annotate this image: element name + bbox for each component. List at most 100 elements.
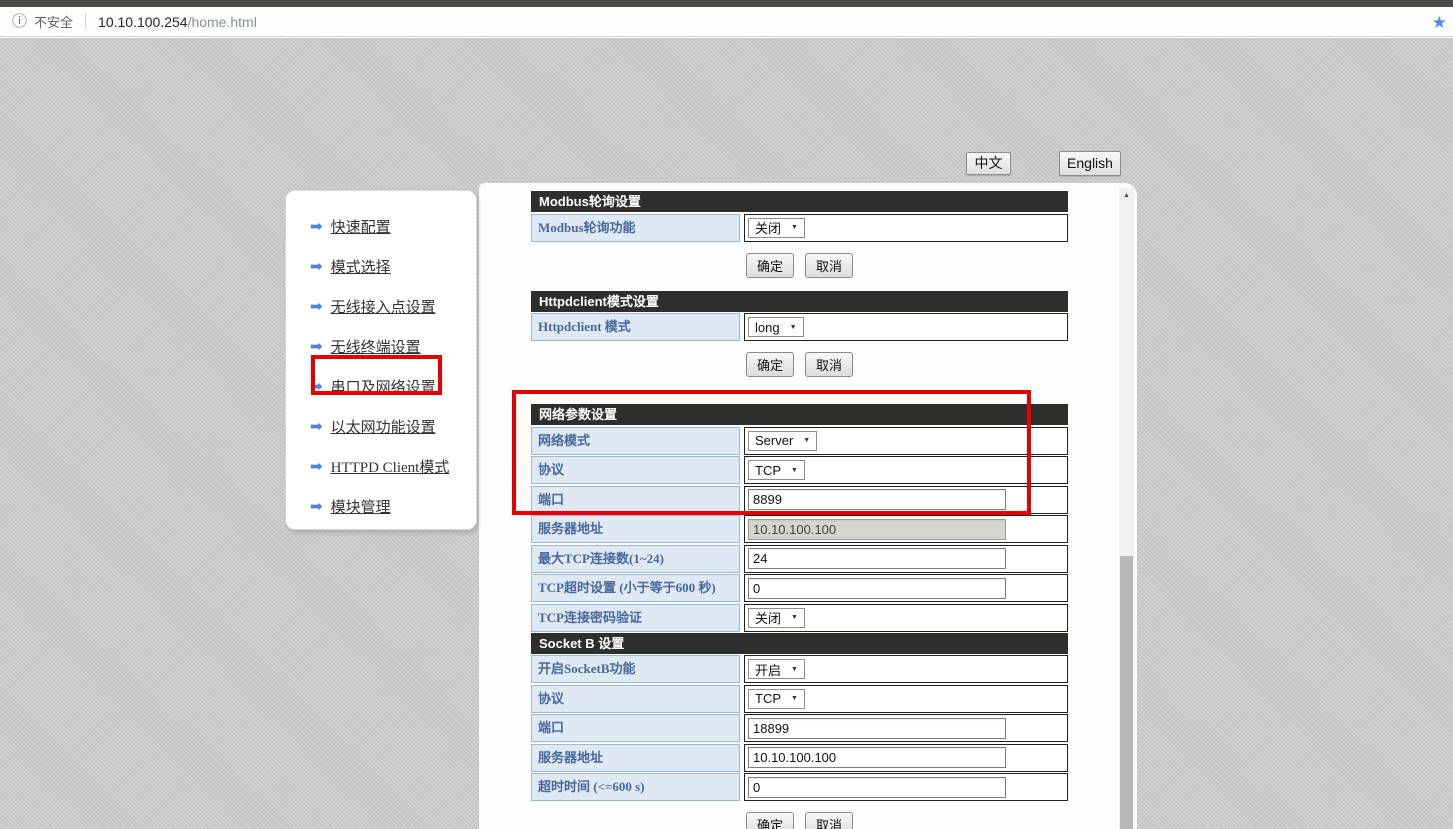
- chinese-language-button[interactable]: 中文: [966, 152, 1011, 175]
- settings-sections: Modbus轮询设置Modbus轮询功能关闭▼确定取消Httpdclient模式…: [531, 191, 1068, 829]
- max-tcp-connections-input[interactable]: [748, 548, 1006, 569]
- socketb-port-label: 端口: [531, 714, 740, 742]
- field-row-socketb-protocol: 协议 TCP▼: [531, 685, 1068, 713]
- field-row-tcp-password-auth: TCP连接密码验证关闭▼: [531, 604, 1068, 632]
- protocol-select[interactable]: TCP▼: [748, 460, 805, 480]
- port-value-cell: [744, 486, 1068, 514]
- browser-address-bar[interactable]: ⓘ 不安全 10.10.100.254 /home.html ★: [0, 7, 1453, 37]
- section-socket-b: Socket B 设置开启SocketB功能开启 ▼ 协议 TCP▼ 端口服务器地址超时…: [531, 633, 1068, 802]
- sidebar-item-quick-config[interactable]: ➡快速配置: [286, 206, 476, 246]
- sidebar-item-label: 模块管理: [331, 496, 391, 517]
- menu-arrow-icon: ➡: [310, 499, 323, 514]
- httpdclient-cancel-button[interactable]: 取消: [805, 352, 853, 377]
- port-input[interactable]: [748, 489, 1006, 510]
- socketb-protocol-value-cell: TCP▼: [744, 685, 1068, 713]
- section-httpdclient: Httpdclient模式设置Httpdclient 模式long▼: [531, 291, 1068, 342]
- dropdown-caret-icon: ▼: [791, 614, 798, 621]
- field-row-server-address: 服务器地址: [531, 515, 1068, 543]
- field-row-socketb-port: 端口: [531, 714, 1068, 742]
- english-language-button[interactable]: English: [1059, 151, 1121, 176]
- field-row-httpdclient-mode: Httpdclient 模式 long ▼: [531, 313, 1068, 341]
- field-row-socketb-enable: 开启SocketB功能开启 ▼: [531, 655, 1068, 683]
- field-row-protocol: 协议 TCP▼: [531, 456, 1068, 484]
- sidebar-item-ethernet-settings[interactable]: ➡ 以太网功能设置: [286, 406, 476, 446]
- max-tcp-connections-value-cell: [744, 545, 1068, 573]
- bookmark-star-icon[interactable]: ★: [1432, 13, 1447, 33]
- tcp-password-auth-select[interactable]: 关闭 ▼: [748, 608, 805, 628]
- dropdown-caret-icon: ▼: [791, 666, 798, 673]
- socketb-enable-label: 开启SocketB功能: [531, 655, 740, 683]
- server-address-value-cell: [744, 515, 1068, 543]
- sidebar-menu: ➡快速配置➡模式选择➡无线接入点设置➡无线终端设置➡串口及网络设置➡以太网功能设…: [286, 206, 476, 526]
- tcp-timeout-input[interactable]: [748, 578, 1006, 599]
- sidebar-item-mode-select[interactable]: ➡模式选择: [286, 246, 476, 286]
- protocol-value-cell: TCP▼: [744, 456, 1068, 484]
- modbus-poll-function-value-cell: 关闭▼: [744, 214, 1068, 242]
- scrollbar-thumb[interactable]: [1120, 556, 1133, 829]
- protocol-label: 协议: [531, 456, 740, 484]
- dropdown-caret-icon: ▼: [791, 695, 798, 702]
- modbus-poll-function-label: Modbus轮询功能: [531, 214, 740, 242]
- content-scrollbar[interactable]: ▲ ▼: [1119, 188, 1134, 829]
- field-row-max-tcp-connections: 最大TCP连接数(1~24): [531, 545, 1068, 573]
- server-address-input: [748, 519, 1006, 540]
- section-header-socket-b: Socket B 设置: [531, 633, 1068, 654]
- socketb-enable-value-cell: 开启 ▼: [744, 655, 1068, 683]
- tcp-password-auth-selected-option: 关闭: [755, 608, 781, 627]
- scroll-up-button[interactable]: ▲: [1119, 188, 1134, 204]
- tcp-timeout-label: TCP超时设置 (小于等于600 秒): [531, 574, 740, 602]
- modbus-poll-function-select[interactable]: 关闭▼: [748, 218, 805, 238]
- button-row-socket-b: 确定取消: [531, 812, 1068, 829]
- field-row-modbus-poll-function: Modbus轮询功能关闭▼: [531, 214, 1068, 242]
- network-mode-selected-option: Server: [755, 433, 793, 448]
- sidebar-item-wireless-sta-settings[interactable]: ➡无线终端设置: [286, 326, 476, 366]
- field-row-tcp-timeout: TCP超时设置 (小于等于600 秒): [531, 574, 1068, 602]
- sidebar-item-serial-network-settings[interactable]: ➡串口及网络设置: [286, 366, 476, 406]
- socketb-port-input[interactable]: [748, 718, 1006, 739]
- network-mode-select[interactable]: Server ▼: [748, 431, 817, 451]
- dropdown-caret-icon: ▼: [790, 324, 797, 331]
- menu-arrow-icon: ➡: [310, 379, 323, 394]
- tcp-password-auth-value-cell: 关闭 ▼: [744, 604, 1068, 632]
- server-address-label: 服务器地址: [531, 515, 740, 543]
- socketb-protocol-label: 协议: [531, 685, 740, 713]
- field-row-socketb-timeout: 超时时间 (<=600 s): [531, 773, 1068, 801]
- socketb-enable-selected-option: 开启: [755, 660, 781, 679]
- field-row-socketb-server-address: 服务器地址: [531, 744, 1068, 772]
- info-icon[interactable]: ⓘ: [12, 14, 27, 29]
- section-header-modbus: Modbus轮询设置: [531, 191, 1068, 212]
- sidebar-item-label: HTTPD Client模式: [331, 456, 450, 477]
- httpdclient-mode-selected-option: long: [755, 320, 780, 335]
- modbus-poll-function-selected-option: 关闭: [755, 218, 781, 237]
- sidebar-item-module-management[interactable]: ➡ 模块管理: [286, 486, 476, 526]
- socketb-timeout-input[interactable]: [748, 777, 1006, 798]
- menu-arrow-icon: ➡: [310, 419, 323, 434]
- socketb-protocol-select[interactable]: TCP▼: [748, 689, 805, 709]
- url-host: 10.10.100.254: [98, 14, 188, 30]
- browser-tab-strip: [0, 0, 1453, 7]
- sidebar-item-httpd-client-mode[interactable]: ➡ HTTPD Client模式: [286, 446, 476, 486]
- max-tcp-connections-label: 最大TCP连接数(1~24): [531, 545, 740, 573]
- httpdclient-mode-value-cell: long ▼: [744, 313, 1068, 341]
- sidebar-panel: ➡快速配置➡模式选择➡无线接入点设置➡无线终端设置➡串口及网络设置➡以太网功能设…: [285, 190, 477, 530]
- httpdclient-confirm-button[interactable]: 确定: [746, 352, 794, 377]
- network-mode-value-cell: Server ▼: [744, 427, 1068, 455]
- httpdclient-mode-select[interactable]: long ▼: [748, 317, 804, 337]
- dropdown-caret-icon: ▼: [803, 437, 810, 444]
- modbus-cancel-button[interactable]: 取消: [805, 253, 853, 278]
- httpdclient-mode-label: Httpdclient 模式: [531, 313, 740, 341]
- socket-b-confirm-button[interactable]: 确定: [746, 812, 794, 829]
- sidebar-item-wireless-ap-settings[interactable]: ➡ 无线接入点设置: [286, 286, 476, 326]
- field-row-port: 端口: [531, 486, 1068, 514]
- field-row-network-mode: 网络模式Server▼: [531, 427, 1068, 455]
- socketb-server-address-input[interactable]: [748, 747, 1006, 768]
- dropdown-caret-icon: ▼: [791, 467, 798, 474]
- socket-b-cancel-button[interactable]: 取消: [805, 812, 853, 829]
- modbus-confirm-button[interactable]: 确定: [746, 253, 794, 278]
- page-background: 中文 English ➡快速配置➡模式选择 ➡ 无线接入点设置 ➡无线终端设置➡串口及…: [0, 38, 1453, 829]
- menu-arrow-icon: ➡: [310, 299, 323, 314]
- sidebar-item-label: 无线接入点设置: [331, 296, 436, 317]
- socketb-enable-select[interactable]: 开启 ▼: [748, 659, 805, 679]
- sidebar-item-label: 以太网功能设置: [331, 416, 436, 437]
- menu-arrow-icon: ➡: [310, 459, 323, 474]
